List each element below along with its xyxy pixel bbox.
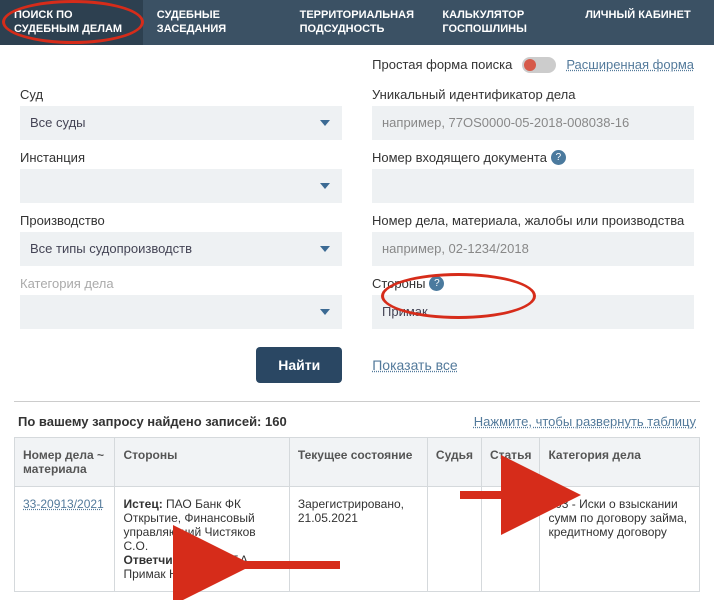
cell-parties: Истец: ПАО Банк ФК Открытие, Финансовый … bbox=[115, 486, 289, 591]
nav-hearings[interactable]: СУДЕБНЫЕ ЗАСЕДАНИЯ bbox=[143, 0, 286, 45]
actions-row: Найти Показать все bbox=[0, 333, 714, 401]
results-table: Номер дела ~ материала Стороны Текущее с… bbox=[14, 437, 700, 592]
nav-fee-calc[interactable]: КАЛЬКУЛЯТОР ГОСПОШЛИНЫ bbox=[428, 0, 571, 45]
cell-article bbox=[481, 486, 539, 591]
col-state: Текущее состояние bbox=[289, 437, 427, 486]
court-field: Суд bbox=[20, 87, 342, 140]
advanced-form-link[interactable]: Расширенная форма bbox=[566, 57, 694, 72]
parties-field: Стороны ? bbox=[372, 276, 694, 329]
cell-judge bbox=[427, 486, 481, 591]
parties-label: Стороны ? bbox=[372, 276, 694, 291]
uid-input[interactable] bbox=[372, 106, 694, 140]
instance-label: Инстанция bbox=[20, 150, 342, 165]
proceeding-field: Производство bbox=[20, 213, 342, 266]
results-count: По вашему запросу найдено записей: 160 bbox=[18, 414, 287, 429]
case-no-field: Номер дела, материала, жалобы или произв… bbox=[372, 213, 694, 266]
court-label: Суд bbox=[20, 87, 342, 102]
top-nav: ПОИСК ПО СУДЕБНЫМ ДЕЛАМ СУДЕБНЫЕ ЗАСЕДАН… bbox=[0, 0, 714, 45]
case-no-label: Номер дела, материала, жалобы или произв… bbox=[372, 213, 694, 228]
col-judge: Судья bbox=[427, 437, 481, 486]
show-all-link[interactable]: Показать все bbox=[372, 357, 457, 373]
cell-state: Зарегистрировано, 21.05.2021 bbox=[289, 486, 427, 591]
col-parties: Стороны bbox=[115, 437, 289, 486]
instance-select[interactable] bbox=[20, 169, 342, 203]
results-count-prefix: По вашему запросу найдено записей: bbox=[18, 414, 265, 429]
nav-jurisdiction[interactable]: ТЕРРИТОРИАЛЬНАЯ ПОДСУДНОСТЬ bbox=[286, 0, 429, 45]
col-category: Категория дела bbox=[540, 437, 700, 486]
col-article: Статья bbox=[481, 437, 539, 486]
col-case-no: Номер дела ~ материала bbox=[15, 437, 115, 486]
search-form: Суд Уникальный идентификатор дела Инстан… bbox=[0, 79, 714, 333]
uid-label: Уникальный идентификатор дела bbox=[372, 87, 694, 102]
proceeding-label: Производство bbox=[20, 213, 342, 228]
category-label: Категория дела bbox=[20, 276, 342, 291]
defendant-label: Ответчик: bbox=[123, 553, 182, 567]
parties-label-text: Стороны bbox=[372, 276, 425, 291]
court-select[interactable] bbox=[20, 106, 342, 140]
nav-account[interactable]: ЛИЧНЫЙ КАБИНЕТ bbox=[571, 0, 714, 45]
incoming-input[interactable] bbox=[372, 169, 694, 203]
table-row: 33-20913/2021 Истец: ПАО Банк ФК Открыти… bbox=[15, 486, 700, 591]
proceeding-select[interactable] bbox=[20, 232, 342, 266]
incoming-label: Номер входящего документа ? bbox=[372, 150, 694, 165]
simple-form-label: Простая форма поиска bbox=[372, 57, 512, 72]
cell-category: 203 - Иски о взыскании сумм по договору … bbox=[540, 486, 700, 591]
category-field: Категория дела bbox=[20, 276, 342, 329]
form-mode-toggle[interactable] bbox=[522, 57, 556, 73]
uid-field: Уникальный идентификатор дела bbox=[372, 87, 694, 140]
incoming-field: Номер входящего документа ? bbox=[372, 150, 694, 203]
instance-field: Инстанция bbox=[20, 150, 342, 203]
incoming-label-text: Номер входящего документа bbox=[372, 150, 547, 165]
nav-search-cases[interactable]: ПОИСК ПО СУДЕБНЫМ ДЕЛАМ bbox=[0, 0, 143, 45]
table-header-row: Номер дела ~ материала Стороны Текущее с… bbox=[15, 437, 700, 486]
help-icon[interactable]: ? bbox=[551, 150, 566, 165]
results-count-value: 160 bbox=[265, 414, 287, 429]
category-select[interactable] bbox=[20, 295, 342, 329]
help-icon[interactable]: ? bbox=[429, 276, 444, 291]
parties-input[interactable] bbox=[372, 295, 694, 329]
search-button[interactable]: Найти bbox=[256, 347, 342, 383]
plaintiff-label: Истец: bbox=[123, 497, 162, 511]
results-header: По вашему запросу найдено записей: 160 Н… bbox=[0, 402, 714, 437]
case-link[interactable]: 33-20913/2021 bbox=[23, 497, 104, 511]
expand-table-link[interactable]: Нажмите, чтобы развернуть таблицу bbox=[474, 414, 696, 429]
case-no-input[interactable] bbox=[372, 232, 694, 266]
search-mode-row: Простая форма поиска Расширенная форма bbox=[0, 45, 714, 79]
